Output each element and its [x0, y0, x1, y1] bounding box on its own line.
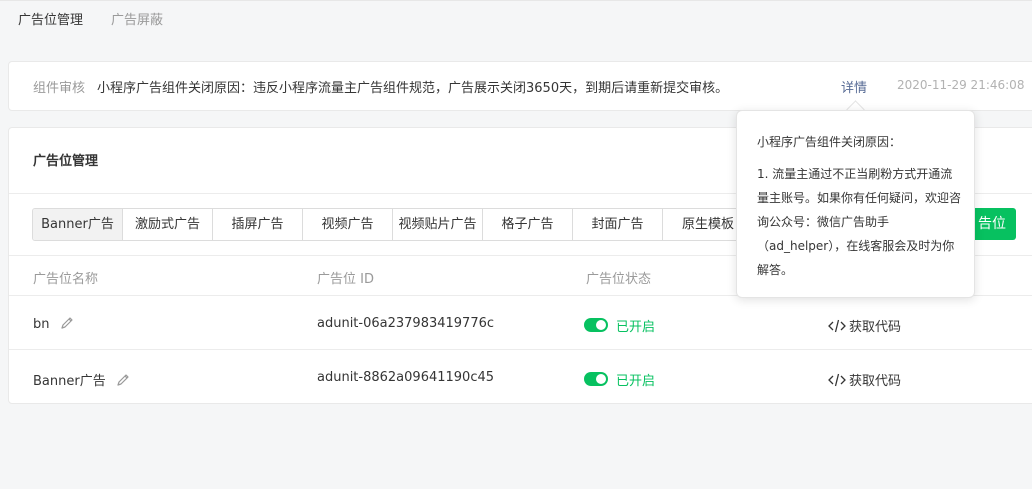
ad-type-banner[interactable]: Banner广告 — [33, 209, 123, 240]
ad-slot-id: adunit-06a237983419776c — [317, 316, 495, 331]
ad-slot-name-cell: bn — [33, 316, 74, 332]
top-divider — [0, 0, 1032, 1]
get-code-label: 获取代码 — [849, 374, 902, 389]
edit-pencil-icon[interactable] — [116, 373, 130, 387]
popover-title: 小程序广告组件关闭原因： — [757, 135, 902, 149]
ad-slot-name: bn — [33, 317, 50, 332]
tab-ad-slot-management[interactable]: 广告位管理 — [18, 11, 83, 31]
top-tabs: 广告位管理 广告屏蔽 — [18, 11, 163, 31]
notice-label: 组件审核 — [33, 81, 86, 96]
ad-type-segmented-control: Banner广告 激励式广告 插屏广告 视频广告 视频贴片广告 格子广告 封面广… — [32, 208, 754, 241]
notice-message: 小程序广告组件关闭原因：违反小程序流量主广告组件规范，广告展示关闭3650天，到… — [97, 81, 729, 96]
column-header-id: 广告位 ID — [317, 272, 374, 287]
ad-type-grid[interactable]: 格子广告 — [483, 209, 573, 240]
status-toggle[interactable] — [584, 318, 608, 332]
panel-title: 广告位管理 — [33, 154, 99, 169]
ad-type-video-patch[interactable]: 视频贴片广告 — [393, 209, 483, 240]
status-text: 已开启 — [616, 374, 656, 389]
review-notice: 组件审核 小程序广告组件关闭原因：违反小程序流量主广告组件规范，广告展示关闭36… — [8, 61, 1032, 111]
ad-type-interstitial[interactable]: 插屏广告 — [213, 209, 303, 240]
ad-type-rewarded[interactable]: 激励式广告 — [123, 209, 213, 240]
code-icon — [828, 319, 846, 333]
row-divider — [9, 349, 1032, 350]
edit-pencil-icon[interactable] — [60, 316, 74, 330]
get-code-label: 获取代码 — [849, 320, 902, 335]
status-toggle[interactable] — [584, 372, 608, 386]
ad-type-video[interactable]: 视频广告 — [303, 209, 393, 240]
column-header-status: 广告位状态 — [586, 272, 652, 287]
get-code-link[interactable]: 获取代码 — [828, 316, 901, 335]
popover-body: 1. 流量主通过不正当刷粉方式开通流量主账号。如果你有任何疑问，欢迎咨询公众号：… — [757, 167, 962, 277]
ad-slot-name-cell: Banner广告 — [33, 370, 130, 389]
column-header-name: 广告位名称 — [33, 272, 99, 287]
code-icon — [828, 373, 846, 387]
ad-slot-id: adunit-8862a09641190c45 — [317, 370, 495, 385]
details-link[interactable]: 详情 — [841, 77, 867, 96]
close-reason-popover: 小程序广告组件关闭原因： 1. 流量主通过不正当刷粉方式开通流量主账号。如果你有… — [736, 110, 975, 298]
ad-type-cover[interactable]: 封面广告 — [573, 209, 663, 240]
tab-ad-blocking[interactable]: 广告屏蔽 — [111, 11, 163, 31]
get-code-link[interactable]: 获取代码 — [828, 370, 901, 389]
notice-timestamp: 2020-11-29 21:46:08 — [897, 78, 1025, 92]
ad-slot-name: Banner广告 — [33, 374, 106, 389]
status-text: 已开启 — [616, 320, 656, 335]
